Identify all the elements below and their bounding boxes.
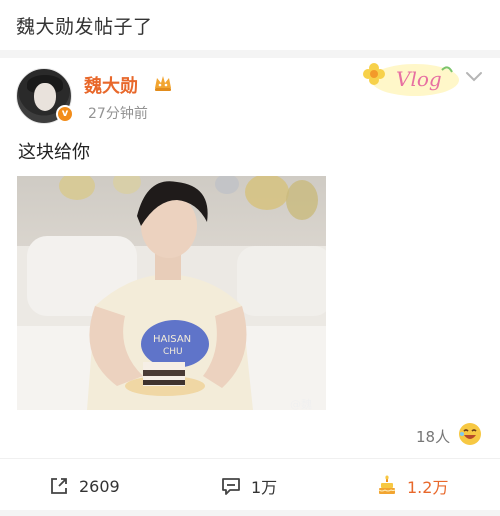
bottom-divider: [0, 510, 500, 516]
share-count: 2609: [79, 476, 120, 496]
share-icon: [51, 478, 67, 494]
like-count: 1.2万: [407, 478, 449, 497]
post-text: 这块给你: [18, 142, 90, 163]
share-button[interactable]: 2609: [48, 466, 120, 506]
action-toolbar: 2609 1万 1.2万: [0, 466, 500, 506]
image-watermark: @魏: [290, 398, 312, 411]
chevron-down-icon[interactable]: [465, 70, 483, 84]
comment-icon: [222, 478, 240, 495]
post-image[interactable]: HAISAN CHU: [17, 176, 326, 410]
like-button[interactable]: 1.2万: [376, 466, 448, 506]
cake-like-icon: [378, 475, 396, 494]
page-title: 魏大勋发帖子了: [16, 16, 153, 38]
toolbar-divider: [0, 458, 500, 459]
svg-text:Vlog: Vlog: [396, 67, 442, 91]
reaction-people-count[interactable]: 18人: [416, 426, 450, 447]
svg-text:HAISAN: HAISAN: [153, 334, 191, 345]
laugh-icon[interactable]: [458, 422, 482, 446]
level-icon: [155, 76, 171, 91]
svg-text:CHU: CHU: [163, 347, 183, 357]
vlog-badge-icon[interactable]: Vlog: [360, 56, 460, 100]
verified-badge-icon: v: [56, 105, 74, 123]
author-name[interactable]: 魏大勋: [84, 72, 138, 98]
post-time: 27分钟前: [88, 106, 148, 122]
comment-count: 1万: [251, 478, 278, 497]
comment-button[interactable]: 1万: [220, 466, 277, 506]
avatar-face: [34, 83, 56, 111]
photo-illustration: HAISAN CHU: [17, 176, 326, 410]
